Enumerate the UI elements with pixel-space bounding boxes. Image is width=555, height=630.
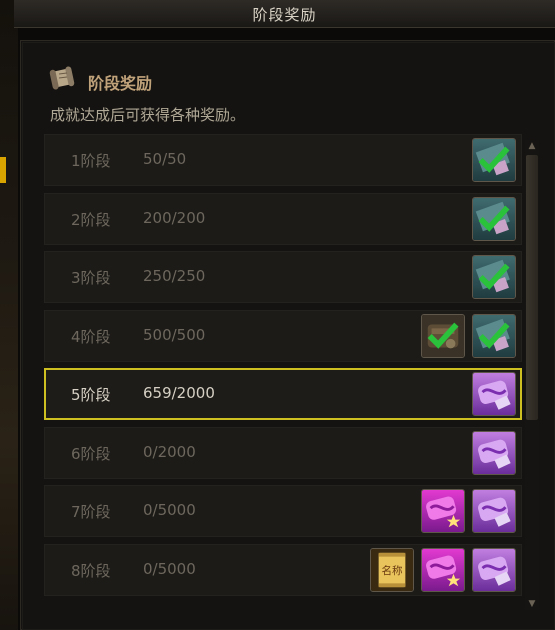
stage-list: 1阶段 50/50 2阶段 200/200 3阶段 250/250 4阶段 500/500 5阶… — [44, 134, 524, 630]
section-title: 阶段奖励 — [88, 74, 153, 93]
claimed-check-icon[interactable] — [472, 313, 516, 358]
stage-progress: 659/2000 — [143, 384, 215, 402]
window-title: 阶段奖励 — [252, 6, 317, 24]
stage-progress: 50/50 — [143, 150, 187, 168]
pink-scroll-star-icon[interactable] — [421, 489, 465, 533]
stage-label: 4阶段 — [71, 327, 111, 346]
stage-progress: 0/2000 — [143, 442, 196, 461]
purple-scroll-icon[interactable] — [472, 430, 516, 475]
stage-label: 2阶段 — [71, 210, 111, 229]
claimed-check-icon[interactable] — [472, 138, 516, 182]
background-left-edge — [0, 0, 18, 630]
stage-label: 8阶段 — [71, 561, 111, 580]
stage-row-3[interactable]: 3阶段 250/250 — [44, 251, 522, 303]
stage-progress: 200/200 — [143, 208, 206, 227]
stage-progress: 500/500 — [143, 325, 206, 344]
stage-label: 1阶段 — [71, 152, 111, 170]
claimed-check-icon[interactable] — [472, 196, 516, 241]
stage-progress: 250/250 — [143, 267, 206, 285]
name-card-text: 名称 — [382, 563, 403, 576]
stage-row-7[interactable]: 7阶段 0/5000 — [44, 485, 522, 537]
scroll-down-arrow[interactable]: ▼ — [526, 598, 538, 610]
purple-scroll-icon[interactable] — [472, 489, 516, 533]
scroll-icon — [48, 65, 76, 91]
claimed-item-check-icon[interactable] — [421, 313, 465, 358]
scrollbar-thumb[interactable] — [526, 155, 538, 420]
stage-row-5[interactable]: 5阶段 659/2000 — [44, 368, 522, 420]
pink-scroll-star-icon[interactable] — [421, 547, 465, 592]
claimed-check-icon[interactable] — [472, 255, 516, 299]
stage-row-1[interactable]: 1阶段 50/50 — [44, 134, 522, 186]
stage-progress: 0/5000 — [143, 501, 196, 519]
scroll-up-arrow[interactable]: ▲ — [526, 140, 538, 152]
purple-scroll-icon[interactable] — [472, 547, 516, 592]
section-description: 成就达成后可获得各种奖励。 — [50, 106, 246, 124]
purple-scroll-icon[interactable] — [472, 372, 516, 416]
stage-label: 3阶段 — [71, 269, 111, 287]
stage-label: 7阶段 — [71, 503, 111, 521]
stage-row-4[interactable]: 4阶段 500/500 — [44, 309, 522, 362]
stage-row-8[interactable]: 8阶段 0/5000 名称 — [44, 543, 522, 596]
stage-progress: 0/5000 — [143, 559, 196, 578]
name-card-icon[interactable]: 名称 — [370, 547, 414, 592]
stage-label: 5阶段 — [71, 386, 111, 404]
stage-row-6[interactable]: 6阶段 0/2000 — [44, 426, 522, 479]
stage-row-2[interactable]: 2阶段 200/200 — [44, 192, 522, 245]
stage-label: 6阶段 — [71, 444, 111, 463]
background-highlight-marker — [0, 157, 6, 183]
window-titlebar: 阶段奖励 — [14, 0, 555, 28]
